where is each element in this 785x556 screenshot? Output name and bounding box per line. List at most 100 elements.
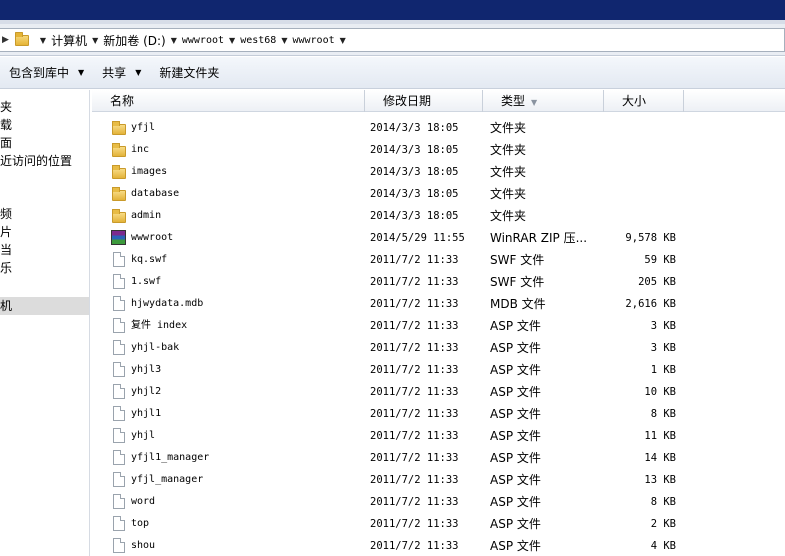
back-arrow-icon[interactable]: ▶ bbox=[2, 35, 9, 45]
nav-item[interactable]: 载 bbox=[0, 116, 89, 134]
nav-item[interactable]: 频 bbox=[0, 205, 89, 223]
file-row[interactable]: 复件 index 2011/7/2 11:33 ASP 文件 3 KB bbox=[92, 315, 785, 337]
file-name: yhjl bbox=[131, 430, 156, 441]
file-size bbox=[590, 161, 676, 183]
chevron-down-icon: ▼ bbox=[135, 68, 142, 77]
file-size: 3 KB bbox=[650, 342, 676, 354]
file-row[interactable]: admin 2014/3/3 18:05 文件夹 bbox=[92, 205, 785, 227]
file-name: top bbox=[131, 518, 150, 529]
address-field[interactable]: ▶ ▼ 计算机 ▼ 新加卷 (D:) ▼ wwwroot ▼ west68 ▼ … bbox=[0, 28, 785, 52]
file-row[interactable]: yhjl2 2011/7/2 11:33 ASP 文件 10 KB bbox=[92, 381, 785, 403]
file-icon bbox=[111, 538, 127, 554]
file-name: wwwroot bbox=[131, 232, 174, 243]
file-row[interactable]: top 2011/7/2 11:33 ASP 文件 2 KB bbox=[92, 513, 785, 535]
window-titlebar bbox=[0, 0, 785, 24]
file-row[interactable]: shou 2011/7/2 11:33 ASP 文件 4 KB bbox=[92, 535, 785, 556]
include-in-library-button[interactable]: 包含到库中 ▼ bbox=[0, 62, 93, 84]
column-header-size[interactable]: 大小 bbox=[604, 90, 684, 112]
file-type: ASP 文件 bbox=[490, 385, 541, 399]
new-folder-label: 新建文件夹 bbox=[159, 66, 220, 80]
file-type: ASP 文件 bbox=[490, 319, 541, 333]
breadcrumb-drive[interactable]: 新加卷 (D:) bbox=[103, 32, 165, 49]
file-icon bbox=[111, 340, 127, 356]
file-row[interactable]: yfjl 2014/3/3 18:05 文件夹 bbox=[92, 117, 785, 139]
share-label: 共享 bbox=[102, 66, 127, 80]
file-modified-date: 2011/7/2 11:33 bbox=[370, 276, 459, 288]
file-icon bbox=[111, 296, 127, 312]
file-modified-date: 2011/7/2 11:33 bbox=[370, 342, 459, 354]
chevron-down-icon[interactable]: ▼ bbox=[281, 36, 287, 45]
file-modified-date: 2014/3/3 18:05 bbox=[370, 210, 459, 222]
file-size: 205 KB bbox=[638, 276, 676, 288]
file-type: ASP 文件 bbox=[490, 473, 541, 487]
file-icon bbox=[111, 406, 127, 422]
nav-item[interactable]: 夹 bbox=[0, 98, 89, 116]
file-name: database bbox=[131, 188, 180, 199]
chevron-down-icon: ▼ bbox=[78, 68, 85, 77]
file-row[interactable]: yfjl_manager 2011/7/2 11:33 ASP 文件 13 KB bbox=[92, 469, 785, 491]
file-row[interactable]: yhjl3 2011/7/2 11:33 ASP 文件 1 KB bbox=[92, 359, 785, 381]
file-modified-date: 2014/3/3 18:05 bbox=[370, 122, 459, 134]
chevron-down-icon[interactable]: ▼ bbox=[40, 36, 46, 45]
file-type: 文件夹 bbox=[490, 121, 527, 135]
file-modified-date: 2011/7/2 11:33 bbox=[370, 518, 459, 530]
nav-item[interactable]: 乐 bbox=[0, 259, 89, 277]
chevron-down-icon[interactable]: ▼ bbox=[229, 36, 235, 45]
file-row[interactable]: yhjl 2011/7/2 11:33 ASP 文件 11 KB bbox=[92, 425, 785, 447]
column-header-type[interactable]: 类型 ▼ bbox=[483, 90, 604, 112]
file-modified-date: 2011/7/2 11:33 bbox=[370, 408, 459, 420]
file-name: yhjl2 bbox=[131, 386, 162, 397]
file-row[interactable]: word 2011/7/2 11:33 ASP 文件 8 KB bbox=[92, 491, 785, 513]
breadcrumb-west68[interactable]: west68 bbox=[240, 35, 276, 46]
file-size bbox=[590, 205, 676, 227]
nav-item-computer[interactable]: 机 bbox=[0, 297, 89, 315]
share-button[interactable]: 共享 ▼ bbox=[93, 62, 150, 84]
file-row[interactable]: hjwydata.mdb 2011/7/2 11:33 MDB 文件 2,616 KB bbox=[92, 293, 785, 315]
file-modified-date: 2014/3/3 18:05 bbox=[370, 188, 459, 200]
file-modified-date: 2011/7/2 11:33 bbox=[370, 254, 459, 266]
column-header-name[interactable]: 名称 bbox=[92, 90, 365, 112]
file-icon bbox=[111, 516, 127, 532]
include-in-library-label: 包含到库中 bbox=[9, 66, 70, 80]
file-row[interactable]: inc 2014/3/3 18:05 文件夹 bbox=[92, 139, 785, 161]
file-list: 名称 修改日期 类型 ▼ 大小 yfjl 2014/3/3 18:05 文件夹 inc 2… bbox=[92, 90, 785, 556]
nav-item[interactable]: 当 bbox=[0, 241, 89, 259]
new-folder-button[interactable]: 新建文件夹 bbox=[150, 62, 228, 84]
file-icon bbox=[111, 472, 127, 488]
file-row[interactable]: database 2014/3/3 18:05 文件夹 bbox=[92, 183, 785, 205]
file-row[interactable]: wwwroot 2014/5/29 11:55 WinRAR ZIP 压... 9,5… bbox=[92, 227, 785, 249]
nav-item-recent-places[interactable]: 近访问的位置 bbox=[0, 152, 89, 170]
file-row[interactable]: yhjl1 2011/7/2 11:33 ASP 文件 8 KB bbox=[92, 403, 785, 425]
breadcrumb-current[interactable]: wwwroot bbox=[292, 35, 334, 46]
nav-item[interactable]: 片 bbox=[0, 223, 89, 241]
file-row[interactable]: yhjl-bak 2011/7/2 11:33 ASP 文件 3 KB bbox=[92, 337, 785, 359]
file-type: 文件夹 bbox=[490, 143, 527, 157]
file-row[interactable]: yfjl1_manager 2011/7/2 11:33 ASP 文件 14 KB bbox=[92, 447, 785, 469]
file-size: 2,616 KB bbox=[625, 298, 676, 310]
file-name: admin bbox=[131, 210, 162, 221]
file-icon bbox=[111, 362, 127, 378]
folder-icon bbox=[111, 142, 127, 158]
file-row[interactable]: 1.swf 2011/7/2 11:33 SWF 文件 205 KB bbox=[92, 271, 785, 293]
file-type: SWF 文件 bbox=[490, 253, 545, 267]
chevron-down-icon[interactable]: ▼ bbox=[92, 36, 98, 45]
chevron-down-icon[interactable]: ▼ bbox=[340, 36, 346, 45]
file-row[interactable]: images 2014/3/3 18:05 文件夹 bbox=[92, 161, 785, 183]
file-name: kq.swf bbox=[131, 254, 168, 265]
chevron-down-icon[interactable]: ▼ bbox=[171, 36, 177, 45]
nav-item[interactable]: 面 bbox=[0, 134, 89, 152]
breadcrumb-wwwroot[interactable]: wwwroot bbox=[182, 35, 224, 46]
column-header-date[interactable]: 修改日期 bbox=[365, 90, 483, 112]
file-size: 2 KB bbox=[650, 518, 676, 530]
file-type: ASP 文件 bbox=[490, 341, 541, 355]
file-type: ASP 文件 bbox=[490, 539, 541, 553]
file-type: 文件夹 bbox=[490, 187, 527, 201]
file-modified-date: 2011/7/2 11:33 bbox=[370, 452, 459, 464]
file-name: word bbox=[131, 496, 156, 507]
file-icon bbox=[111, 384, 127, 400]
file-modified-date: 2011/7/2 11:33 bbox=[370, 386, 459, 398]
file-row[interactable]: kq.swf 2011/7/2 11:33 SWF 文件 59 KB bbox=[92, 249, 785, 271]
breadcrumb-computer[interactable]: 计算机 bbox=[51, 32, 87, 49]
file-name: shou bbox=[131, 540, 156, 551]
file-icon bbox=[111, 252, 127, 268]
